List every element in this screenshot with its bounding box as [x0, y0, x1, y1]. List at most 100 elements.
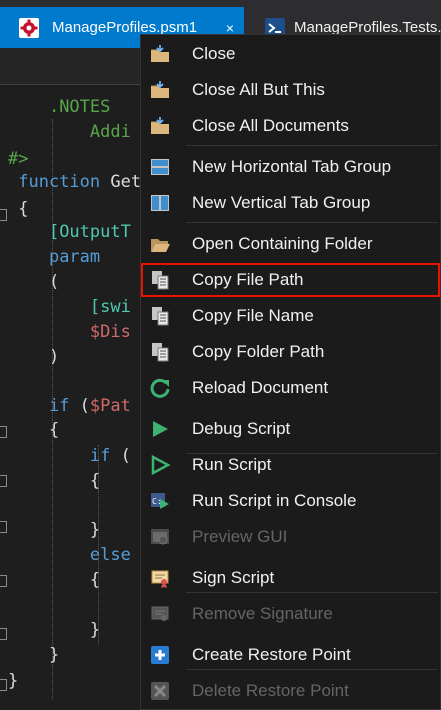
- copy-icon: [152, 307, 169, 326]
- code-token: else: [89, 545, 131, 565]
- code-token: #>: [8, 149, 29, 169]
- fold-marker[interactable]: [0, 575, 7, 587]
- menu-item-close[interactable]: Close: [141, 37, 440, 71]
- code-token: if: [89, 446, 111, 466]
- menu-item-label: Copy Folder Path: [192, 342, 325, 361]
- menu-item-label: Run Script in Console: [192, 491, 357, 510]
- code-token: Addi: [89, 122, 131, 142]
- menu-item-remove-signature: Remove Signature: [141, 597, 440, 631]
- code-line: }: [8, 643, 59, 667]
- code-line: if (: [8, 444, 131, 468]
- open-folder-icon: [151, 239, 170, 252]
- fold-marker[interactable]: [0, 209, 7, 221]
- code-line: [swi: [8, 295, 131, 319]
- code-line: }: [8, 669, 18, 693]
- code-token: param: [48, 247, 101, 267]
- menu-separator: [186, 145, 438, 146]
- code-token: function: [18, 172, 101, 192]
- menu-item-run-script[interactable]: Run Script: [141, 448, 440, 482]
- fold-marker[interactable]: [0, 679, 7, 691]
- code-line: {: [8, 568, 100, 592]
- menu-item-sign-script[interactable]: Sign Script: [141, 561, 440, 595]
- menu-item-new-vertical-tab-group[interactable]: New Vertical Tab Group: [141, 186, 440, 220]
- menu-item-delete-restore-point: Delete Restore Point: [141, 674, 440, 708]
- menu-item-reload-document[interactable]: Reload Document: [141, 371, 440, 405]
- tab-context-menu: Close Close All But This Close All Documen…: [140, 34, 441, 710]
- menu-item-label: New Horizontal Tab Group: [192, 157, 392, 176]
- code-token: .NOTES: [48, 97, 111, 117]
- menu-item-label: Reload Document: [192, 378, 329, 397]
- fold-marker[interactable]: [0, 521, 7, 533]
- code-line: Addi: [8, 120, 131, 144]
- code-line: {: [8, 197, 29, 221]
- code-token: (: [69, 396, 90, 416]
- menu-item-open-containing-folder[interactable]: Open Containing Folder: [141, 227, 440, 261]
- code-line: $Dis: [8, 320, 131, 344]
- horizontal-tab-group-icon: [151, 159, 169, 175]
- code-token: }: [89, 520, 101, 540]
- code-token: {: [89, 471, 101, 491]
- menu-item-label: Remove Signature: [192, 604, 333, 623]
- menu-item-close-all-documents[interactable]: Close All Documents: [141, 109, 440, 143]
- code-line: {: [8, 469, 100, 493]
- menu-item-label: Create Restore Point: [192, 645, 351, 664]
- fold-marker[interactable]: [0, 475, 7, 487]
- certificate-icon: [151, 570, 169, 588]
- preview-gui-icon: [151, 529, 169, 545]
- code-line: if ($Pat: [8, 394, 131, 418]
- code-token: {: [48, 420, 60, 440]
- menu-item-label: Open Containing Folder: [192, 234, 373, 253]
- code-token: Get: [100, 172, 142, 192]
- remove-certificate-icon: [151, 606, 169, 621]
- menu-item-new-horizontal-tab-group[interactable]: New Horizontal Tab Group: [141, 150, 440, 184]
- menu-separator: [186, 222, 438, 223]
- fold-marker[interactable]: [0, 426, 7, 438]
- menu-item-label: Delete Restore Point: [192, 681, 349, 700]
- menu-item-label: Close All Documents: [192, 116, 349, 135]
- code-token: ): [48, 347, 60, 367]
- console-run-icon: C:: [151, 493, 169, 509]
- code-token: (: [48, 272, 60, 292]
- code-line: (: [8, 270, 59, 294]
- menu-item-create-restore-point[interactable]: Create Restore Point: [141, 638, 440, 672]
- menu-item-label: Debug Script: [192, 419, 291, 438]
- menu-item-label: Run Script: [192, 455, 272, 474]
- delete-x-icon: [151, 682, 169, 700]
- menu-item-label: Copy File Name: [192, 306, 314, 325]
- code-token: (: [110, 446, 131, 466]
- code-line: [OutputT: [8, 220, 131, 244]
- code-token: if: [48, 396, 70, 416]
- menu-item-preview-gui: Preview GUI: [141, 520, 440, 554]
- folder-close-icon: [151, 81, 169, 98]
- copy-icon: [152, 343, 169, 362]
- menu-item-copy-file-path[interactable]: Copy File Path: [141, 263, 440, 297]
- code-line: else: [8, 543, 131, 567]
- code-token: }: [8, 671, 19, 691]
- menu-item-label: New Vertical Tab Group: [192, 193, 371, 212]
- code-line: param: [8, 245, 100, 269]
- menu-item-run-script-in-console[interactable]: C: Run Script in Console: [141, 484, 440, 518]
- menu-item-close-all-but-this[interactable]: Close All But This: [141, 73, 440, 107]
- fold-marker[interactable]: [0, 628, 7, 640]
- menu-item-debug-script[interactable]: Debug Script: [141, 412, 440, 446]
- code-line: #>: [8, 147, 28, 171]
- menu-item-label: Close: [192, 44, 236, 63]
- menu-item-copy-file-name[interactable]: Copy File Name: [141, 299, 440, 333]
- code-line: {: [8, 418, 59, 442]
- reload-icon: [150, 378, 170, 398]
- debug-play-icon: [153, 421, 168, 437]
- code-line: }: [8, 618, 100, 642]
- menu-item-copy-folder-path[interactable]: Copy Folder Path: [141, 335, 440, 369]
- code-token: [OutputT: [48, 222, 131, 242]
- run-play-icon: [151, 454, 171, 476]
- code-token: }: [89, 620, 101, 640]
- folder-close-icon: [151, 45, 169, 62]
- vertical-tab-group-icon: [151, 195, 169, 211]
- code-token: {: [18, 199, 29, 219]
- menu-item-label: Copy File Path: [192, 270, 304, 289]
- code-token: }: [48, 645, 60, 665]
- copy-icon: [152, 271, 169, 290]
- code-line: }: [8, 518, 100, 542]
- menu-item-label: Sign Script: [192, 568, 275, 587]
- code-token: $Pat: [89, 396, 131, 416]
